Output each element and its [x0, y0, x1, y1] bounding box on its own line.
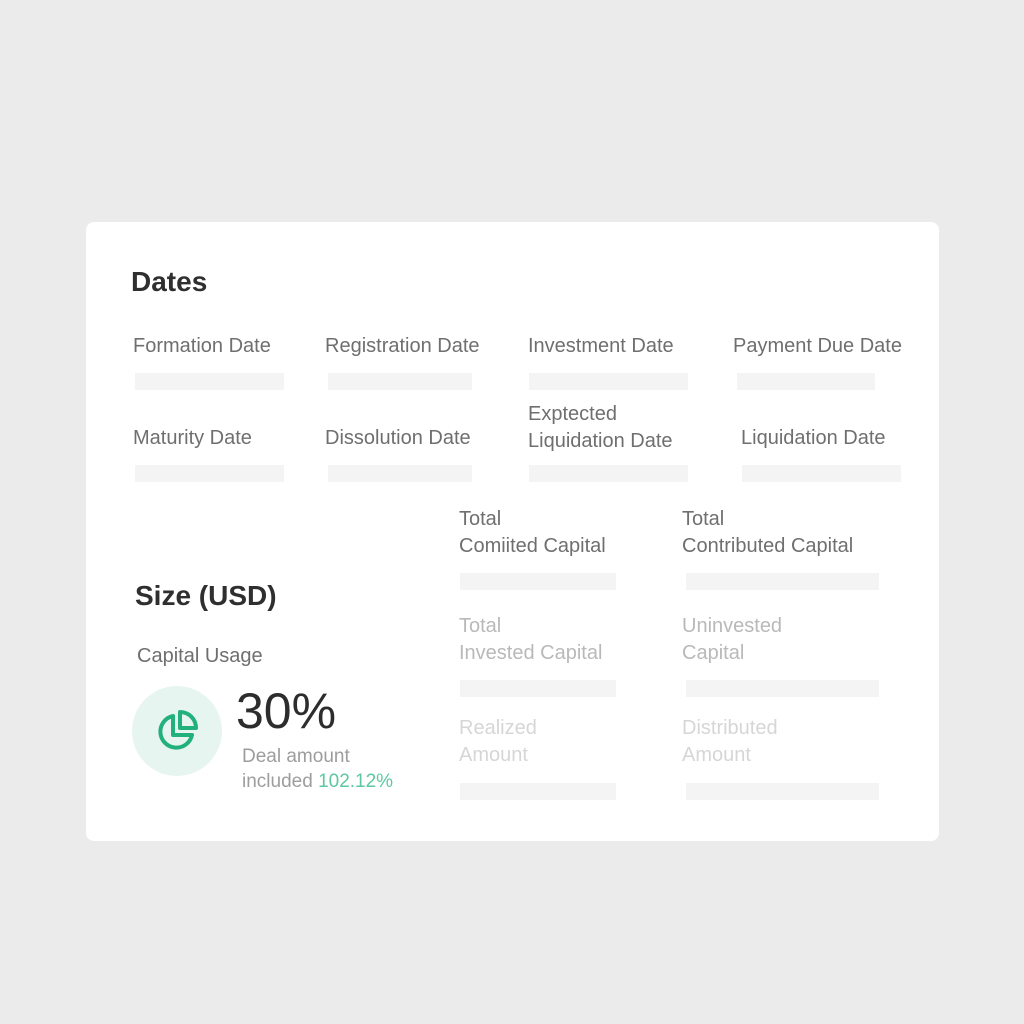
total-committed-capital-field[interactable] — [460, 573, 616, 590]
capital-usage-value: 30% — [236, 683, 337, 739]
realized-amount-label: Realized Amount — [459, 717, 537, 766]
total-committed-capital-label: Total Comiited Capital — [459, 508, 606, 557]
pie-chart-icon — [158, 710, 198, 750]
uninvested-capital-field[interactable] — [686, 680, 879, 697]
formation-date-label: Formation Date — [133, 335, 271, 357]
formation-date-field[interactable] — [135, 373, 284, 390]
maturity-date-field[interactable] — [135, 465, 284, 482]
payment-due-date-field[interactable] — [737, 373, 875, 390]
registration-date-label: Registration Date — [325, 335, 480, 357]
realized-amount-field[interactable] — [460, 783, 616, 800]
dates-section-title: Dates — [131, 266, 208, 297]
distributed-amount-label: Distributed Amount — [682, 717, 778, 766]
distributed-amount-field[interactable] — [686, 783, 879, 800]
payment-due-date-label: Payment Due Date — [733, 335, 902, 357]
capital-usage-label: Capital Usage — [137, 645, 263, 667]
investment-date-label: Investment Date — [528, 335, 674, 357]
uninvested-capital-label: Uninvested Capital — [682, 615, 783, 664]
total-contributed-capital-field[interactable] — [686, 573, 879, 590]
liquidation-date-label: Liquidation Date — [741, 427, 886, 449]
total-invested-capital-label: Total Invested Capital — [459, 615, 603, 664]
dissolution-date-field[interactable] — [328, 465, 472, 482]
capital-usage-icon-badge — [132, 686, 222, 776]
liquidation-date-field[interactable] — [742, 465, 901, 482]
deal-details-card: Dates Formation Date Registration Date I… — [86, 222, 939, 841]
size-section-title: Size (USD) — [135, 580, 277, 611]
registration-date-field[interactable] — [328, 373, 472, 390]
total-invested-capital-field[interactable] — [460, 680, 616, 697]
expected-liquidation-date-field[interactable] — [529, 465, 688, 482]
deal-amount-pct: 102.12% — [318, 771, 394, 792]
deal-amount-text: Deal amount included 102.12% — [242, 744, 393, 794]
maturity-date-label: Maturity Date — [133, 427, 252, 449]
total-contributed-capital-label: Total Contributed Capital — [682, 508, 854, 557]
expected-liquidation-date-label: Exptected Liquidation Date — [528, 403, 673, 452]
investment-date-field[interactable] — [529, 373, 688, 390]
dissolution-date-label: Dissolution Date — [325, 427, 471, 449]
